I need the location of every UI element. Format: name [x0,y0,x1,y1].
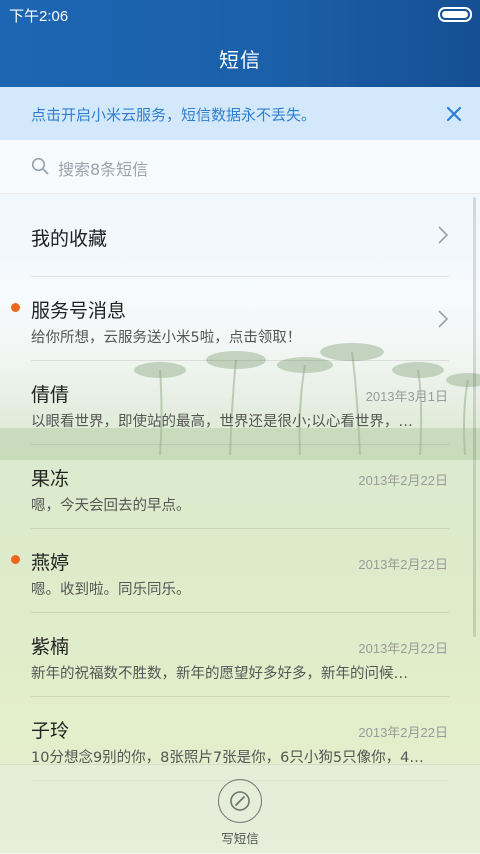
conversation-date: 2013年2月22日 [358,641,448,656]
conversation-preview: 嗯。收到啦。同乐同乐。 [31,582,191,598]
chevron-right-icon [438,226,448,244]
conversation-name: 燕婷 [31,552,70,574]
compose-icon [230,791,250,811]
close-icon[interactable] [444,104,464,124]
conversation-row[interactable]: 燕婷嗯。收到啦。同乐同乐。 2013年2月22日 [0,529,480,613]
search-icon [31,157,49,175]
unread-dot-icon [11,303,20,312]
banner-text[interactable]: 点击开启小米云服务，短信数据永不丢失。 [31,104,316,125]
compose-label: 写短信 [221,831,259,846]
page-title: 短信 [219,48,261,72]
unread-dot-icon [11,555,20,564]
conversation-date: 2013年2月22日 [358,473,448,488]
conversation-list: 我的收藏 服务号消息 给你所想，云服务送小米5啦，点击领取！ 倩倩 以眼看世界，即使站… [0,193,480,781]
conversation-date: 2013年3月1日 [365,389,448,404]
compose-button[interactable] [218,779,262,823]
scrollbar[interactable] [473,197,476,637]
conversation-preview: 给你所想，云服务送小米5啦，点击领取！ [31,330,302,346]
search-placeholder: 搜索8条短信 [58,160,149,179]
status-bar: 下午2:06 [0,0,480,26]
favorites-row[interactable]: 我的收藏 [0,193,480,277]
conversation-date: 2013年2月22日 [358,557,448,572]
conversation-preview: 以眼看世界，即使站的最高，世界还是很小;以心看世界，… [31,414,413,430]
conversation-row[interactable]: 倩倩以眼看世界，即使站的最高，世界还是很小;以心看世界，… 2013年3月1日 [0,361,480,445]
conversation-name: 服务号消息 [31,300,127,322]
conversation-row[interactable]: 紫楠新年的祝福数不胜数，新年的愿望好多好多，新年的问候… 2013年2月22日 [0,613,480,697]
status-time: 下午2:06 [9,8,69,25]
bottom-bar: 写短信 [0,764,480,854]
conversation-row[interactable]: 果冻嗯，今天会回去的早点。 2013年2月22日 [0,445,480,529]
conversation-name: 果冻 [31,468,70,490]
conversation-date: 2013年2月22日 [358,725,448,740]
favorites-label: 我的收藏 [31,228,108,250]
cloud-service-banner[interactable]: 点击开启小米云服务，短信数据永不丢失。 [0,87,480,140]
conversation-name: 子玲 [31,720,70,742]
conversation-name: 紫楠 [31,636,70,658]
battery-icon [438,7,472,22]
chevron-right-icon [438,310,448,328]
conversation-row[interactable]: 服务号消息给你所想，云服务送小米5啦，点击领取！ [0,277,480,361]
conversation-preview: 新年的祝福数不胜数，新年的愿望好多好多，新年的问候… [31,666,408,682]
conversation-name: 倩倩 [31,384,70,406]
app-header: 下午2:06 短信 [0,0,480,87]
conversation-preview: 嗯，今天会回去的早点。 [31,498,191,514]
search-input[interactable]: 搜索8条短信 [0,140,480,194]
